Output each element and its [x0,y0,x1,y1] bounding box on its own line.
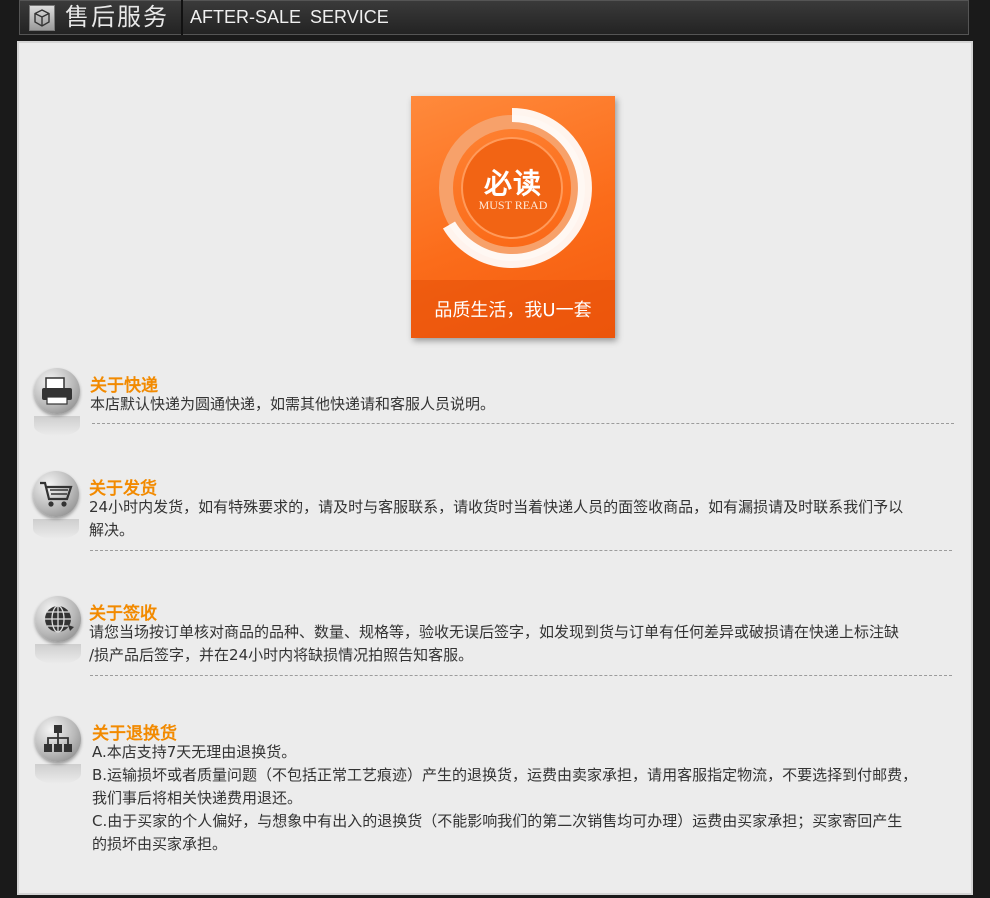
body-line: C.由于买家的个人偏好，与想象中有出入的退换货（不能影响我们的第二次销售均可办理… [92,812,903,830]
page-title: 售后服务 [65,0,183,35]
section-body: 本店默认快递为圆通快递，如需其他快递请和客服人员说明。 [90,393,495,416]
section-body: A.本店支持7天无理由退换货。 B.运输损坏或者质量问题（不包括正常工艺痕迹）产… [92,741,917,856]
printer-icon [34,368,80,414]
section-body: 请您当场按订单核对商品的品种、数量、规格等，验收无误后签字，如发现到货与订单有任… [89,621,899,667]
shopping-cart-icon [33,471,79,517]
header-bar: 售后服务 AFTER-SALE SERVICE [19,0,969,35]
network-icon [35,716,81,762]
section-body: 24小时内发货，如有特殊要求的，请及时与客服联系，请收货时当着快递人员的面签收商… [89,496,903,542]
page-title-english: AFTER-SALE SERVICE [190,7,389,27]
must-read-badge: 必读 MUST READ 品质生活，我U一套 [411,96,615,338]
globe-icon [35,596,81,642]
body-line: A.本店支持7天无理由退换货。 [92,743,297,761]
body-line: 24小时内发货，如有特殊要求的，请及时与客服联系，请收货时当着快递人员的面签收商… [89,498,904,516]
body-line: 本店默认快递为圆通快递，如需其他快递请和客服人员说明。 [90,395,496,413]
body-line: 解决。 [89,521,135,539]
badge-slogan: 品质生活，我U一套 [411,280,615,338]
body-line: 的损坏由买家承担。 [92,835,228,853]
divider [90,550,952,551]
package-box-icon [29,4,55,31]
divider [92,423,954,424]
badge-title: 必读 [483,167,542,200]
badge-subtitle: MUST READ [478,198,548,212]
body-line: /损产品后签字，并在24小时内将缺损情况拍照告知客服。 [89,646,474,664]
content-panel: 必读 MUST READ 品质生活，我U一套 关于快递 本店默认快递为圆通快递，… [17,41,973,895]
divider [90,675,952,676]
body-line: B.运输损坏或者质量问题（不包括正常工艺痕迹）产生的退换货，运费由卖家承担，请用… [92,766,918,784]
body-line: 请您当场按订单核对商品的品种、数量、规格等，验收无误后签字，如发现到货与订单有任… [89,623,900,641]
body-line: 我们事后将相关快递费用退还。 [92,789,303,807]
